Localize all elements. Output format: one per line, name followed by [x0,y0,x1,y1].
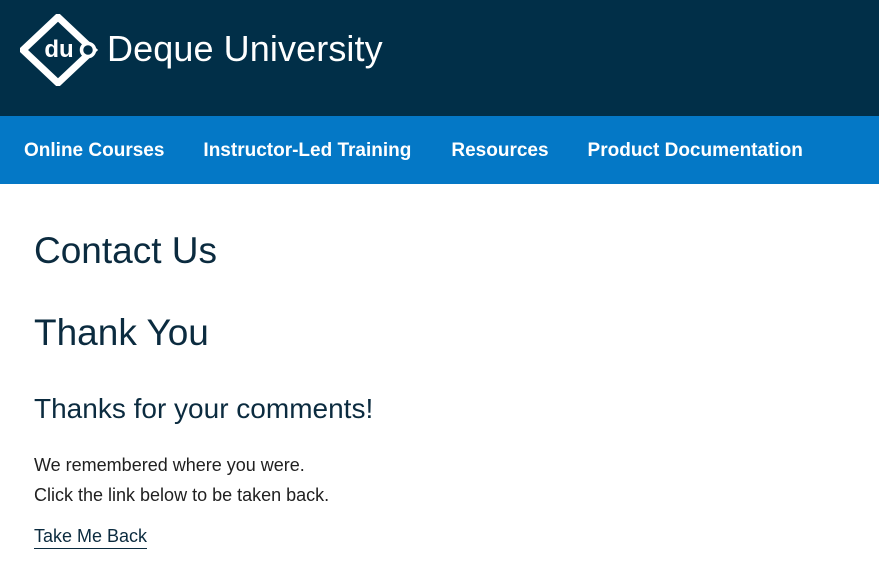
main-content: Contact Us Thank You Thanks for your com… [0,184,879,573]
instruction-message: Click the link below to be taken back. [34,485,330,505]
site-header: du Deque University [0,0,879,116]
logo-monogram: du [44,36,73,63]
main-navigation: Online Courses Instructor-Led Training R… [0,116,879,184]
nav-product-documentation[interactable]: Product Documentation [588,141,803,160]
deque-university-logo-link[interactable]: du Deque University [20,14,383,86]
nav-resources[interactable]: Resources [451,141,548,160]
page-title: Contact Us [34,230,218,271]
site-title: Deque University [107,27,383,69]
confirmation-message: We remembered where you were. Click the … [34,450,329,510]
nav-instructor-led-training[interactable]: Instructor-Led Training [203,141,411,160]
thanks-subheading: Thanks for your comments! [34,393,374,424]
thank-you-heading: Thank You [34,312,209,353]
deque-university-logo-icon: du [20,14,99,86]
remembered-message: We remembered where you were. [34,455,305,475]
nav-online-courses[interactable]: Online Courses [24,141,164,160]
take-me-back-link[interactable]: Take Me Back [34,527,148,549]
